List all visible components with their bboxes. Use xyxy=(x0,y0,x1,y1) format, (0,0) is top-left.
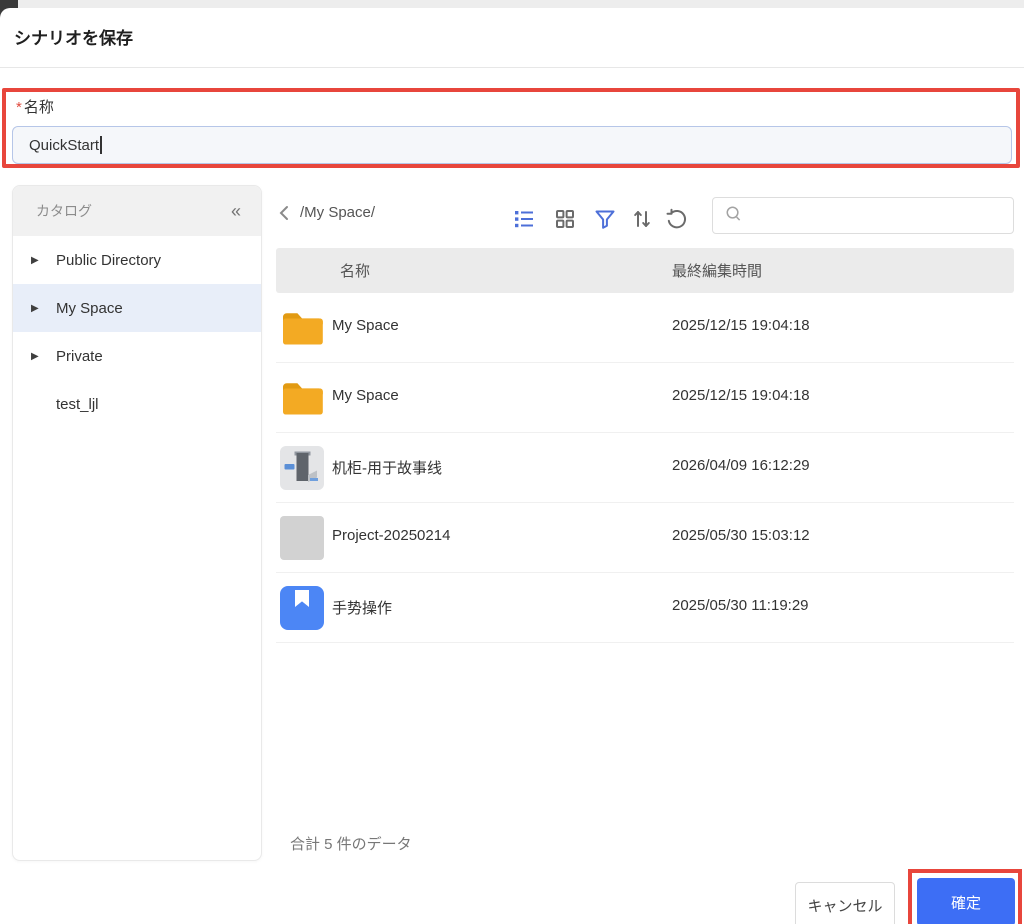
sidebar-item-label: Private xyxy=(56,347,103,365)
search-box[interactable] xyxy=(712,197,1014,234)
folder-icon xyxy=(280,376,324,420)
table-header: 名称 最終編集時間 xyxy=(276,248,1014,293)
catalog-tree: ▶ Public Directory ▶ My Space ▶ Private test_l… xyxy=(13,236,261,428)
save-scenario-dialog: シナリオを保存 * 名称 QuickStart カタログ « ▶ Public Di… xyxy=(0,0,1024,924)
table-row[interactable]: My Space 2025/12/15 19:04:18 xyxy=(276,363,1014,433)
folder-icon xyxy=(280,306,324,350)
sidebar-item-label: My Space xyxy=(56,299,123,317)
cancel-button[interactable]: キャンセル xyxy=(795,882,895,924)
file-time: 2025/12/15 19:04:18 xyxy=(672,317,810,334)
catalog-header: カタログ « xyxy=(13,186,261,236)
file-name: 机柜-用于故事线 xyxy=(332,460,442,477)
filter-icon-button[interactable] xyxy=(591,205,619,233)
list-view-button[interactable] xyxy=(510,205,538,233)
dialog-title: シナリオを保存 xyxy=(14,29,133,48)
bookmark-app-icon xyxy=(280,586,324,630)
text-caret xyxy=(100,136,102,154)
name-field-label-row: * 名称 xyxy=(16,96,54,117)
sidebar-item-my-space[interactable]: ▶ My Space xyxy=(13,284,261,332)
table-row[interactable]: Project-20250214 2025/05/30 15:03:12 xyxy=(276,503,1014,573)
collapse-icon[interactable]: « xyxy=(231,201,241,222)
search-input[interactable] xyxy=(750,207,1013,224)
divider xyxy=(0,67,1024,68)
name-input[interactable]: QuickStart xyxy=(12,126,1012,164)
table-row[interactable]: 机柜-用于故事线 2026/04/09 16:12:29 xyxy=(276,433,1014,503)
file-time: 2025/05/30 15:03:12 xyxy=(672,527,810,544)
file-name: Project-20250214 xyxy=(332,527,451,544)
grid-view-button[interactable] xyxy=(551,205,579,233)
name-input-value: QuickStart xyxy=(29,136,100,154)
breadcrumb-path[interactable]: /My Space/ xyxy=(300,204,375,221)
table-row[interactable]: 手势操作 2025/05/30 11:19:29 xyxy=(276,573,1014,643)
file-time: 2025/12/15 19:04:18 xyxy=(672,387,810,404)
name-field-label: 名称 xyxy=(23,99,54,116)
column-header-name: 名称 xyxy=(340,263,371,280)
sidebar-item-test-ljl[interactable]: test_ljl xyxy=(13,380,261,428)
table-row[interactable]: My Space 2025/12/15 19:04:18 xyxy=(276,293,1014,363)
file-time: 2025/05/30 11:19:29 xyxy=(672,597,809,614)
refresh-icon-button[interactable] xyxy=(663,205,691,233)
expand-arrow-icon[interactable]: ▶ xyxy=(31,351,56,362)
confirm-button[interactable]: 確定 xyxy=(917,878,1015,924)
file-name: My Space xyxy=(332,317,399,334)
gray-placeholder-icon xyxy=(280,516,324,560)
file-name: My Space xyxy=(332,387,399,404)
summary-text: 合計 5 件のデータ xyxy=(290,836,412,853)
expand-arrow-icon[interactable]: ▶ xyxy=(31,255,56,266)
search-icon xyxy=(725,205,742,227)
expand-arrow-icon[interactable]: ▶ xyxy=(31,303,56,314)
sidebar-item-public-directory[interactable]: ▶ Public Directory xyxy=(13,236,261,284)
back-chevron-icon[interactable] xyxy=(278,205,290,221)
sidebar-item-label: Public Directory xyxy=(56,251,162,269)
file-time: 2026/04/09 16:12:29 xyxy=(672,457,810,474)
file-table-body: My Space 2025/12/15 19:04:18 My Space 2025/… xyxy=(276,293,1014,643)
sidebar-item-label: test_ljl xyxy=(56,395,99,413)
cabinet-thumbnail-icon xyxy=(280,446,324,490)
column-header-time: 最終編集時間 xyxy=(672,263,763,280)
sort-icon-button[interactable] xyxy=(628,205,656,233)
breadcrumb: /My Space/ xyxy=(278,204,375,221)
backdrop-strip xyxy=(0,0,1024,8)
sidebar-item-private[interactable]: ▶ Private xyxy=(13,332,261,380)
dialog-panel: シナリオを保存 * 名称 QuickStart カタログ « ▶ Public Di… xyxy=(0,8,1024,924)
file-name: 手势操作 xyxy=(332,600,393,617)
required-asterisk: * xyxy=(16,99,22,116)
catalog-title: カタログ xyxy=(36,203,92,219)
catalog-panel: カタログ « ▶ Public Directory ▶ My Space ▶ Privat… xyxy=(12,185,262,861)
name-field-highlight: * 名称 QuickStart xyxy=(2,88,1020,168)
